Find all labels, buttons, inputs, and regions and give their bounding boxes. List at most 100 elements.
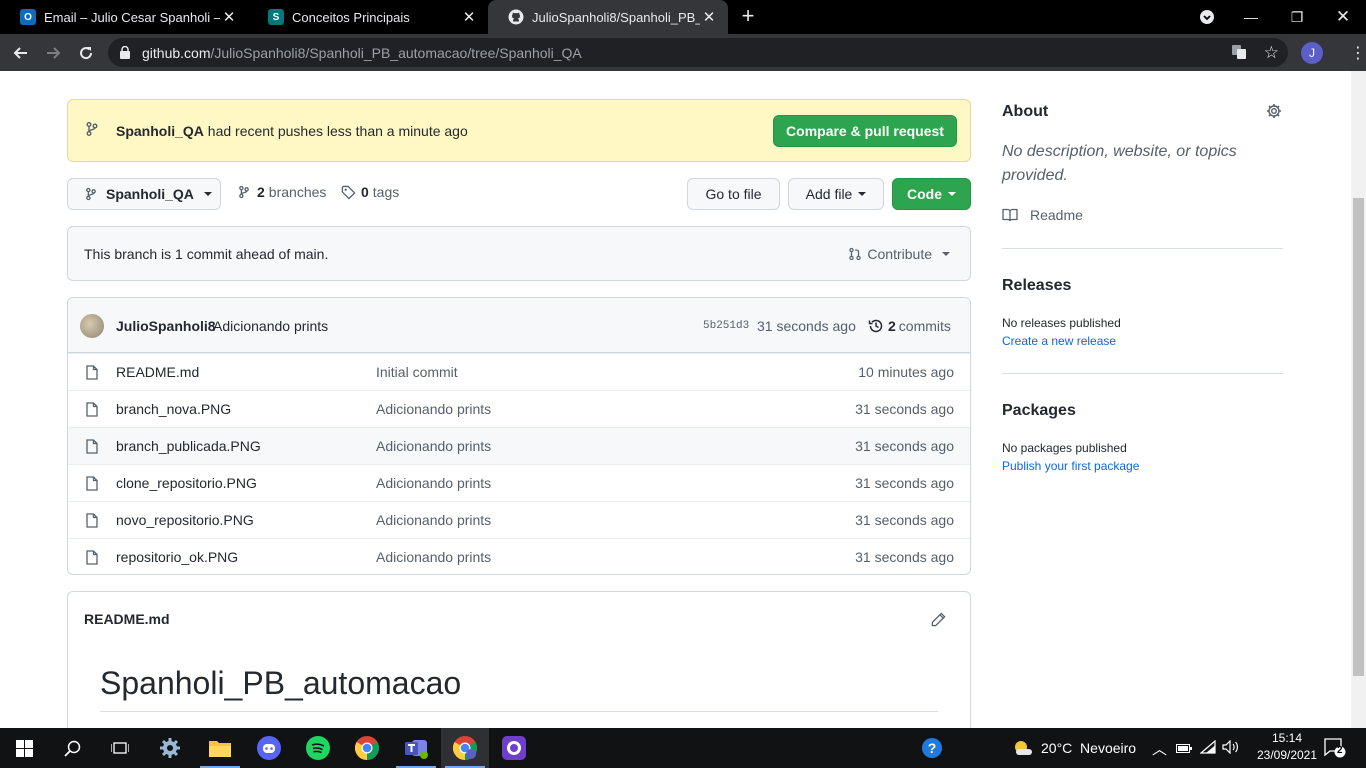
bookmark-star-icon[interactable]: ☆ [1264,43,1279,63]
chrome-profile-icon[interactable] [441,728,489,768]
file-name[interactable]: branch_publicada.PNG [116,438,261,454]
commit-message[interactable]: Adicionando prints [213,318,328,334]
battery-icon[interactable] [1176,741,1192,759]
tab-outlook[interactable]: O Email – Julio Cesar Spanholi – Outlook… [0,0,248,34]
close-window-button[interactable]: ✕ [1320,0,1366,34]
edit-pencil-icon[interactable] [931,612,946,632]
file-list: JulioSpanholi8 Adicionando prints 5b251d… [67,297,971,575]
tags-link[interactable]: 0 tags [341,184,399,200]
file-age: 31 seconds ago [855,549,954,565]
commit-sha[interactable]: 5b251d3 [703,320,749,332]
close-tab-icon[interactable]: ✕ [460,8,478,26]
file-commit-message[interactable]: Adicionando prints [376,438,491,454]
clock-date[interactable]: 23/09/2021 [1256,748,1318,762]
teams-icon[interactable] [392,728,440,768]
releases-empty-text: No releases published [1002,316,1121,330]
create-release-link[interactable]: Create a new release [1002,334,1116,348]
translate-icon[interactable] [1231,44,1247,65]
contribute-label: Contribute [867,246,932,262]
branch-select-label: Spanholi_QA [106,186,194,202]
readme-box: README.md Spanholi_PB_automacao [67,591,971,728]
file-age: 31 seconds ago [855,401,954,417]
flash-branch-name[interactable]: Spanholi_QA [116,123,204,139]
avatar[interactable] [80,314,104,338]
table-row[interactable]: branch_publicada.PNG Adicionando prints … [68,427,970,464]
new-tab-button[interactable]: + [738,5,758,27]
history-icon [868,318,884,334]
packages-title[interactable]: Packages [1002,402,1076,420]
scrollbar-thumb[interactable] [1353,198,1364,676]
windows-start-icon[interactable] [0,728,48,768]
chevron-up-icon[interactable]: ︿ [1152,738,1167,759]
file-explorer-icon[interactable] [196,728,244,768]
contribute-button[interactable]: Contribute [848,246,950,262]
file-name[interactable]: branch_nova.PNG [116,401,231,417]
back-button[interactable] [8,40,34,66]
commits-link[interactable]: 2 commits [868,318,951,334]
weather-text[interactable]: 20°C Nevoeiro [1041,740,1136,756]
branches-link[interactable]: 2 branches [237,184,326,200]
task-view-icon[interactable] [96,728,144,768]
about-description: No description, website, or topics provi… [1002,143,1237,184]
table-row[interactable]: clone_repositorio.PNG Adicionando prints… [68,464,970,501]
svg-text:?: ? [928,740,937,756]
tab-search-icon[interactable] [1184,0,1230,34]
commit-author[interactable]: JulioSpanholi8 [116,318,216,334]
file-commit-message[interactable]: Adicionando prints [376,475,491,491]
file-commit-message[interactable]: Adicionando prints [376,512,491,528]
file-commit-message[interactable]: Initial commit [376,364,458,380]
help-icon[interactable]: ? [908,728,956,768]
settings-gear-icon[interactable] [146,728,194,768]
volume-icon[interactable] [1222,739,1240,759]
readme-file-label[interactable]: README.md [84,611,170,627]
minimize-button[interactable]: — [1228,0,1274,34]
book-icon [1002,208,1018,222]
table-row[interactable]: branch_nova.PNG Adicionando prints 31 se… [68,390,970,427]
address-bar[interactable]: github.com/JulioSpanholi8/Spanholi_PB_au… [108,38,1288,67]
file-name[interactable]: novo_repositorio.PNG [116,512,254,528]
file-name[interactable]: README.md [116,364,199,380]
table-row[interactable]: README.md Initial commit 10 minutes ago [68,353,970,390]
file-name[interactable]: clone_repositorio.PNG [116,475,257,491]
heading-divider [100,711,938,712]
chrome-icon[interactable] [343,728,391,768]
wifi-icon[interactable] [1199,739,1216,759]
close-tab-icon[interactable]: ✕ [700,8,718,26]
lock-icon [120,45,130,64]
tab-conceitos[interactable]: S Conceitos Principais ✕ [248,0,488,34]
restore-button[interactable]: ❐ [1274,0,1320,34]
close-tab-icon[interactable]: ✕ [220,8,238,26]
packages-empty-text: No packages published [1002,441,1127,455]
file-age: 31 seconds ago [855,438,954,454]
reload-button[interactable] [73,40,99,66]
releases-title[interactable]: Releases [1002,277,1071,295]
search-icon[interactable] [48,728,96,768]
forward-button[interactable] [40,40,66,66]
table-row[interactable]: repositorio_ok.PNG Adicionando prints 31… [68,538,970,574]
code-button[interactable]: Code [892,178,971,210]
tab-github[interactable]: JulioSpanholi8/Spanholi_PB_automacao ✕ [488,0,728,34]
github-desktop-icon[interactable] [490,728,538,768]
chevron-down-icon [203,192,212,196]
file-commit-message[interactable]: Adicionando prints [376,401,491,417]
add-file-button[interactable]: Add file [788,178,884,210]
clock-time[interactable]: 15:14 [1263,731,1311,745]
readme-link[interactable]: Readme [1002,207,1083,223]
file-age: 31 seconds ago [855,475,954,491]
discord-icon[interactable] [245,728,293,768]
tab-title: Conceitos Principais [292,9,410,25]
file-commit-message[interactable]: Adicionando prints [376,549,491,565]
branch-select-button[interactable]: Spanholi_QA [67,178,221,210]
go-to-file-button[interactable]: Go to file [687,178,780,210]
file-name[interactable]: repositorio_ok.PNG [116,549,238,565]
page-scrollbar[interactable] [1351,71,1366,728]
compare-pull-request-button[interactable]: Compare & pull request [773,115,957,147]
spotify-icon[interactable] [294,728,342,768]
publish-package-link[interactable]: Publish your first package [1002,459,1139,473]
notification-icon[interactable]: 2 [1324,738,1346,763]
chrome-menu-icon[interactable]: ⋮ [1350,43,1366,63]
table-row[interactable]: novo_repositorio.PNG Adicionando prints … [68,501,970,538]
gear-icon[interactable] [1266,103,1282,124]
profile-avatar[interactable]: J [1301,42,1323,64]
weather-icon[interactable] [1012,738,1034,763]
